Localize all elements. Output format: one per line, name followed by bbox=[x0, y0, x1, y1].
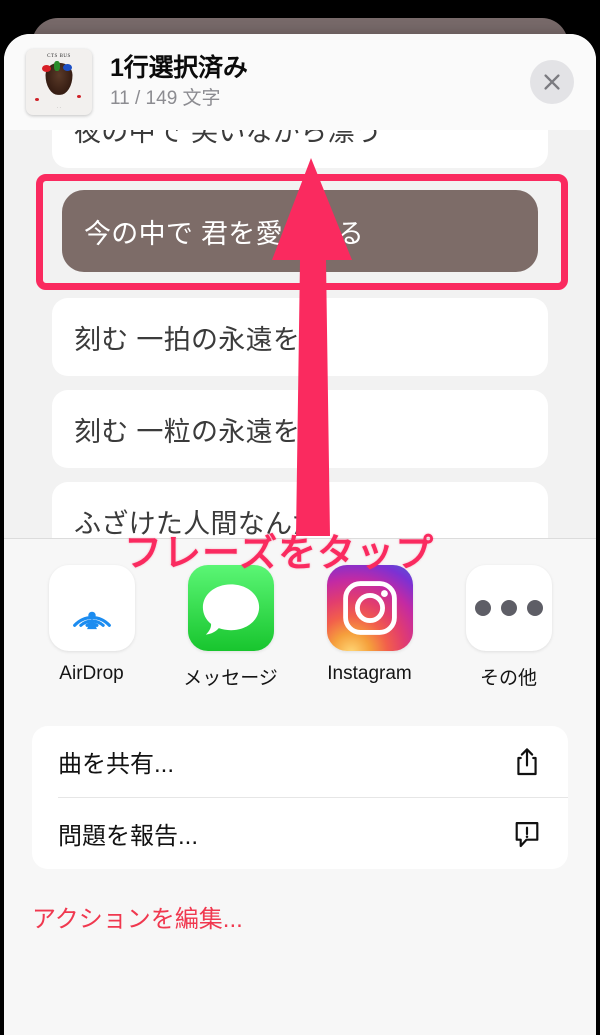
share-target-messages[interactable]: メッセージ bbox=[161, 565, 300, 690]
lyric-text: 刻む 一拍の永遠を bbox=[74, 324, 301, 355]
report-exclamation-bubble-icon bbox=[512, 817, 542, 851]
action-row-share-song[interactable]: 曲を共有... bbox=[32, 726, 568, 797]
share-target-airdrop[interactable]: AirDrop bbox=[22, 565, 161, 690]
lyric-text: 夜の中で 笑いながら漂う bbox=[74, 130, 383, 147]
airdrop-icon bbox=[48, 565, 135, 651]
action-row-report-problem[interactable]: 問題を報告... bbox=[32, 798, 568, 869]
artwork-flower-red bbox=[41, 64, 51, 72]
lyric-row[interactable]: 刻む 一拍の永遠を bbox=[52, 298, 548, 376]
artwork-top-text: CTS BUS bbox=[47, 54, 71, 59]
sheet-header: CTS BUS · · 1行選択済み 11 / 149 文字 bbox=[4, 34, 596, 130]
annotation-caption: フレーズをタップ bbox=[124, 533, 435, 575]
instagram-icon bbox=[326, 565, 413, 651]
ellipsis-dot bbox=[526, 600, 543, 616]
share-target-label: メッセージ bbox=[183, 668, 278, 689]
messages-icon bbox=[187, 565, 274, 651]
selection-title: 1行選択済み bbox=[110, 54, 248, 83]
airdrop-glyph bbox=[72, 611, 111, 630]
lyrics-scroll-area[interactable]: 夜の中で 笑いながら漂う 今の中で 君を愛してる 刻む 一拍の永遠を 刻む 一粒… bbox=[4, 130, 596, 538]
header-text-group: 1行選択済み 11 / 149 文字 bbox=[110, 54, 530, 109]
action-label: 曲を共有... bbox=[58, 751, 175, 778]
more-ellipsis-icon bbox=[465, 565, 552, 651]
artwork-splatter-2 bbox=[77, 95, 82, 99]
instagram-camera-glyph bbox=[342, 581, 397, 635]
share-target-instagram[interactable]: Instagram bbox=[300, 565, 439, 690]
lyric-text: 今の中で 君を愛してる bbox=[84, 218, 364, 249]
messages-bubble-glyph bbox=[202, 584, 259, 635]
character-count: 11 / 149 文字 bbox=[110, 88, 221, 110]
share-up-arrow-icon bbox=[512, 745, 542, 779]
ellipsis-dot bbox=[474, 600, 491, 616]
edit-actions-link[interactable]: アクションを編集... bbox=[32, 906, 243, 933]
edit-actions-section: アクションを編集... bbox=[4, 869, 596, 934]
share-target-more[interactable]: その他 bbox=[439, 565, 578, 690]
share-target-label: その他 bbox=[479, 668, 537, 689]
lyric-text: 刻む 一粒の永遠を bbox=[74, 416, 301, 447]
share-target-label: Instagram bbox=[327, 663, 412, 684]
share-target-label: AirDrop bbox=[59, 663, 124, 684]
actions-section: 曲を共有... 問題を報告... bbox=[4, 704, 596, 869]
artwork-flower-blue bbox=[62, 63, 72, 71]
actions-card: 曲を共有... 問題を報告... bbox=[32, 726, 568, 869]
close-x-icon bbox=[544, 74, 560, 90]
share-sheet: CTS BUS · · 1行選択済み 11 / 149 文字 夜の中で 笑いなが… bbox=[4, 34, 596, 1035]
ellipsis-dot bbox=[500, 600, 517, 616]
action-label: 問題を報告... bbox=[58, 823, 199, 850]
artwork-bottom-text: · · bbox=[57, 105, 61, 110]
artwork-stem-green bbox=[53, 60, 60, 71]
phone-screen: CTS BUS · · 1行選択済み 11 / 149 文字 夜の中で 笑いなが… bbox=[0, 0, 600, 1035]
lyric-row[interactable]: 刻む 一粒の永遠を bbox=[52, 390, 548, 468]
lyric-row[interactable]: 夜の中で 笑いながら漂う bbox=[52, 130, 548, 168]
lyric-row-selected[interactable]: 今の中で 君を愛してる bbox=[62, 190, 538, 272]
close-button[interactable] bbox=[530, 60, 574, 104]
artwork-splatter-1 bbox=[35, 97, 40, 101]
album-artwork: CTS BUS · · bbox=[26, 49, 92, 115]
